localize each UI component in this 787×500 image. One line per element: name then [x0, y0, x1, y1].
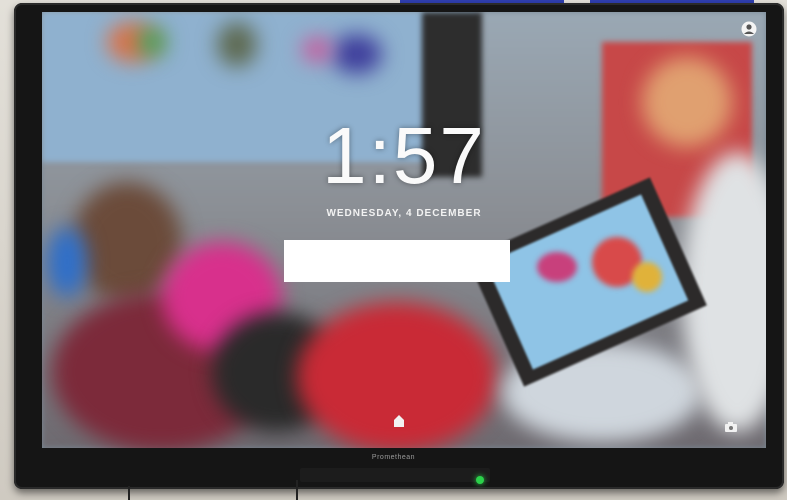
home-icon[interactable]	[390, 412, 408, 430]
camera-icon[interactable]	[722, 418, 740, 436]
lock-overlay	[42, 12, 766, 448]
clock-date: WEDNESDAY, 4 DECEMBER	[326, 208, 482, 219]
clock-time: 1:57	[322, 111, 486, 200]
lock-screen[interactable]: 1:57 WEDNESDAY, 4 DECEMBER	[42, 12, 766, 448]
monitor-button-strip	[300, 468, 490, 482]
monitor-brand-logo: Promethean	[371, 454, 416, 461]
cable	[128, 486, 130, 500]
cable	[296, 480, 298, 500]
power-led-icon[interactable]	[476, 476, 484, 484]
account-circle-icon[interactable]	[740, 20, 758, 38]
password-input[interactable]	[284, 240, 510, 282]
